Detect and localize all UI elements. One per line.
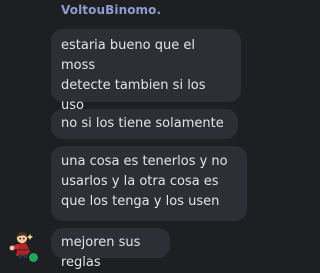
online-status-indicator bbox=[27, 251, 40, 264]
message-bubble[interactable]: estaria bueno que el moss detecte tambie… bbox=[51, 29, 241, 133]
message-bubble[interactable]: una cosa es tenerlos y no usarlos y la o… bbox=[51, 146, 247, 221]
chat-message-group: VoltouBinomo. estaria bueno que el moss … bbox=[0, 0, 263, 270]
sender-name[interactable]: VoltouBinomo. bbox=[61, 3, 161, 17]
message-bubble[interactable]: no si los tiene solamente bbox=[51, 109, 238, 139]
message-bubble[interactable]: mejoren sus reglas bbox=[51, 228, 170, 270]
